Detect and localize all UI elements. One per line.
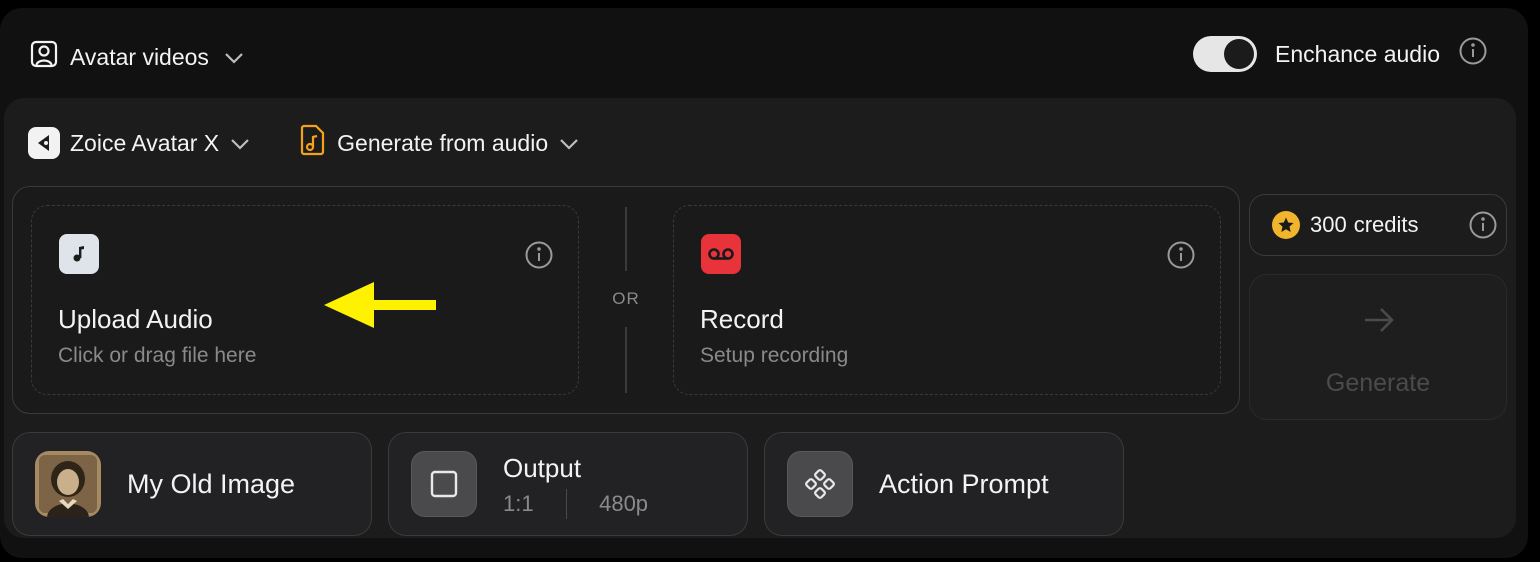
upload-audio-subtitle: Click or drag file here [58,344,257,367]
user-square-icon [30,40,58,74]
diamond-dots-icon [787,451,853,517]
enhance-audio-label: Enchance audio [1275,40,1440,67]
chevron-down-icon [229,130,251,157]
star-coin-icon [1272,211,1300,239]
action-prompt-chip[interactable]: Action Prompt [764,432,1124,536]
credits-label: credits [1353,212,1419,237]
record-subtitle: Setup recording [700,344,849,367]
annotation-arrow [324,282,436,328]
source-label: Generate from audio [337,129,549,156]
chevron-down-icon [223,44,245,71]
source-selector[interactable]: Generate from audio [299,124,580,162]
generate-button[interactable]: Generate [1249,274,1507,420]
info-icon[interactable] [524,240,554,275]
output-ratio: 1:1 [503,491,534,516]
voicemail-icon [701,234,741,274]
upload-audio-title: Upload Audio [58,304,213,334]
mode-label: Avatar videos [70,43,209,70]
credits-count: 300 [1310,212,1347,237]
main-panel: Zoice Avatar X Generate from audio Uploa… [4,98,1516,538]
generate-label: Generate [1325,369,1431,397]
upload-audio-card[interactable]: Upload Audio Click or drag file here [31,205,579,395]
audio-file-icon [299,124,327,162]
chevron-down-icon [558,130,580,157]
mode-selector[interactable]: Avatar videos [30,40,245,74]
credits-badge: 300 credits [1249,194,1507,256]
output-chip[interactable]: Output 1:1 480p [388,432,748,536]
action-prompt-label: Action Prompt [879,469,1049,499]
record-card[interactable]: Record Setup recording [673,205,1221,395]
info-icon[interactable] [1166,240,1196,275]
selector-row: Zoice Avatar X Generate from audio [28,124,580,162]
audio-input-group: Upload Audio Click or drag file here OR [12,186,1240,414]
enhance-audio-toggle[interactable] [1193,36,1258,72]
output-resolution: 480p [599,491,649,516]
enhance-audio-group: Enchance audio [1193,36,1488,72]
or-divider: OR [609,207,643,393]
portrait-thumbnail [35,451,101,517]
app-container: Avatar videos Enchance audio Zoice Avata… [0,8,1528,558]
record-title: Record [700,304,784,334]
info-icon[interactable] [1468,210,1498,246]
model-selector[interactable]: Zoice Avatar X [28,127,251,159]
info-icon[interactable] [1458,36,1488,72]
top-bar: Avatar videos Enchance audio [0,8,1528,100]
output-meta: 1:1 480p [503,489,648,519]
arrow-right-icon [1362,305,1396,340]
zoice-logo-icon [28,127,60,159]
image-chip[interactable]: My Old Image [12,432,372,536]
image-chip-label: My Old Image [127,469,296,499]
or-text: OR [612,289,640,308]
square-icon [411,451,477,517]
music-note-icon [59,234,99,274]
model-label: Zoice Avatar X [70,129,220,156]
output-title: Output [503,453,582,483]
